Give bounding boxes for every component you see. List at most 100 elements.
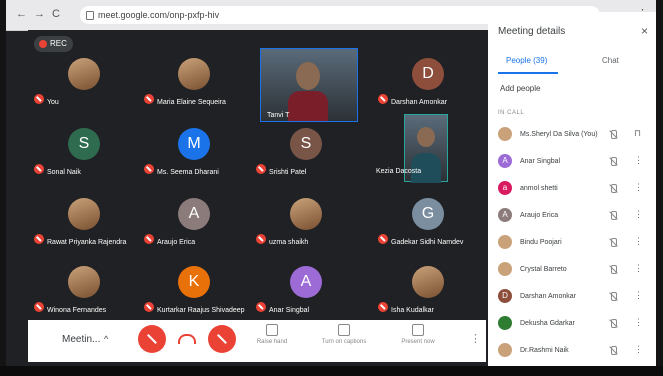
participant-name: Anar Singbal xyxy=(520,158,561,165)
captions-button[interactable]: Turn on captions xyxy=(314,324,374,345)
captions-label: Turn on captions xyxy=(321,339,367,345)
forward-icon[interactable]: → xyxy=(34,8,45,20)
more-options-icon[interactable]: ⋮ xyxy=(470,332,481,345)
avatar: A xyxy=(290,266,322,298)
mic-off-icon[interactable] xyxy=(608,157,618,166)
participant-tile[interactable]: Maria Elaine Sequeira xyxy=(138,54,250,108)
participant-name: Sonal Naik xyxy=(47,169,81,176)
mic-off-icon xyxy=(144,94,154,104)
participant-name: Darshan Amonkar xyxy=(391,99,448,106)
mic-off-icon xyxy=(256,164,266,174)
camera-off-button[interactable] xyxy=(208,325,236,353)
participant-name: You xyxy=(47,99,59,106)
add-people-button[interactable]: Add people xyxy=(500,84,540,93)
present-now-button[interactable]: Present now xyxy=(388,324,448,345)
avatar: D xyxy=(412,58,444,90)
participant-row[interactable]: A Araujo Erica ⋮ xyxy=(496,203,652,229)
participant-tile[interactable]: M Ms. Seema Dharani xyxy=(138,124,250,178)
panel-title: Meeting details xyxy=(498,26,566,37)
mic-off-icon[interactable] xyxy=(608,238,618,247)
mic-off-icon xyxy=(144,164,154,174)
participant-tile[interactable]: Winona Fernandes xyxy=(28,262,140,316)
participant-name: Rawat Priyanka Rajendra xyxy=(47,239,127,246)
participant-row[interactable]: A Anar Singbal ⋮ xyxy=(496,149,652,175)
avatar: a xyxy=(498,181,512,195)
more-options-icon[interactable]: ⋮ xyxy=(634,182,643,193)
participant-row[interactable]: a anmol shetti ⋮ xyxy=(496,176,652,202)
mic-off-icon xyxy=(256,234,266,244)
raise-hand-button[interactable]: Raise hand xyxy=(242,324,302,345)
video-tile-tanvi[interactable]: Tanvi T xyxy=(260,48,358,122)
participant-row[interactable]: Dekusha Gdarkar ⋮ xyxy=(496,311,652,337)
back-icon[interactable]: ← xyxy=(16,8,27,20)
in-call-heading: IN CALL xyxy=(498,110,525,116)
laptop-bezel xyxy=(0,366,663,376)
mic-off-icon[interactable] xyxy=(608,184,618,193)
participant-name: Isha Kudalkar xyxy=(391,307,434,314)
participant-tile[interactable]: A Araujo Erica xyxy=(138,194,250,248)
participant-tile[interactable]: You xyxy=(28,54,140,108)
present-icon xyxy=(412,324,424,336)
more-options-icon[interactable]: ⋮ xyxy=(634,236,643,247)
meeting-controls: Meetin... ^ Raise hand Turn on captions … xyxy=(28,320,486,362)
avatar: A xyxy=(498,208,512,222)
mic-off-icon xyxy=(256,302,266,312)
mic-off-icon[interactable] xyxy=(608,211,618,220)
reload-icon[interactable]: C xyxy=(52,8,60,20)
more-options-icon[interactable]: ⋮ xyxy=(634,155,643,166)
avatar xyxy=(178,58,210,90)
pin-icon[interactable]: ⊓ xyxy=(634,128,641,139)
mic-off-icon[interactable] xyxy=(608,292,618,301)
mic-off-button[interactable] xyxy=(138,325,166,353)
video-name: Tanvi T xyxy=(267,112,290,119)
participant-face xyxy=(295,61,320,90)
participant-name: Dr.Rashmi Naik xyxy=(520,347,569,354)
url-text: meet.google.com/onp-pxfp-hiv xyxy=(98,10,220,20)
more-options-icon[interactable]: ⋮ xyxy=(634,290,643,301)
kezia-name: Kezia Dacosta xyxy=(376,168,422,175)
avatar xyxy=(498,343,512,357)
mic-off-icon xyxy=(144,234,154,244)
meeting-details-panel: Meeting details × People (39) Chat Add p… xyxy=(488,12,656,366)
mic-off-icon xyxy=(34,164,44,174)
more-options-icon[interactable]: ⋮ xyxy=(634,209,643,220)
participant-name: Maria Elaine Sequeira xyxy=(157,99,226,106)
avatar xyxy=(68,58,100,90)
avatar: A xyxy=(498,154,512,168)
mic-off-icon[interactable] xyxy=(608,130,618,139)
close-icon[interactable]: × xyxy=(641,24,648,38)
tab-people[interactable]: People (39) xyxy=(506,56,547,65)
captions-icon xyxy=(338,324,350,336)
participant-tile[interactable]: G Gadekar Sidhi Namdev xyxy=(372,194,484,248)
participant-tile[interactable]: D Darshan Amonkar xyxy=(372,54,484,108)
participant-tile[interactable]: A Anar Singbal xyxy=(250,262,362,316)
more-options-icon[interactable]: ⋮ xyxy=(634,263,643,274)
more-options-icon[interactable]: ⋮ xyxy=(634,344,643,355)
camera-off-icon xyxy=(217,334,227,344)
participant-tile[interactable]: uzma shaikh xyxy=(250,194,362,248)
laptop-screen: ← → C meet.google.com/onp-pxfp-hiv ⋮ REC… xyxy=(6,0,656,366)
participant-tile[interactable]: S Sonal Naik xyxy=(28,124,140,178)
participant-row[interactable]: Dr.Rashmi Naik ⋮ xyxy=(496,338,652,364)
avatar xyxy=(498,316,512,330)
mic-off-icon[interactable] xyxy=(608,346,618,355)
participant-row[interactable]: D Darshan Amonkar ⋮ xyxy=(496,284,652,310)
avatar xyxy=(68,198,100,230)
meeting-title[interactable]: Meetin... xyxy=(62,334,100,345)
more-options-icon[interactable]: ⋮ xyxy=(634,317,643,328)
participant-tile[interactable]: K Kurtarkar Raajus Shivadeep xyxy=(138,262,250,316)
participant-row[interactable]: Crystal Barreto ⋮ xyxy=(496,257,652,283)
avatar: S xyxy=(68,128,100,160)
mic-off-icon[interactable] xyxy=(608,265,618,274)
mic-off-icon xyxy=(34,94,44,104)
chevron-up-icon[interactable]: ^ xyxy=(104,334,108,344)
participant-name: Araujo Erica xyxy=(520,212,559,219)
participant-row[interactable]: Bindu Poojari ⋮ xyxy=(496,230,652,256)
participant-tile[interactable]: S Srishti Patel xyxy=(250,124,362,178)
participant-row[interactable]: Ms.Sheryl Da Silva (You) ⊓ xyxy=(496,122,652,148)
hang-up-icon[interactable] xyxy=(178,334,196,344)
participant-tile[interactable]: Rawat Priyanka Rajendra xyxy=(28,194,140,248)
participant-tile[interactable]: Isha Kudalkar xyxy=(372,262,484,316)
mic-off-icon[interactable] xyxy=(608,319,618,328)
tab-chat[interactable]: Chat xyxy=(602,56,619,65)
